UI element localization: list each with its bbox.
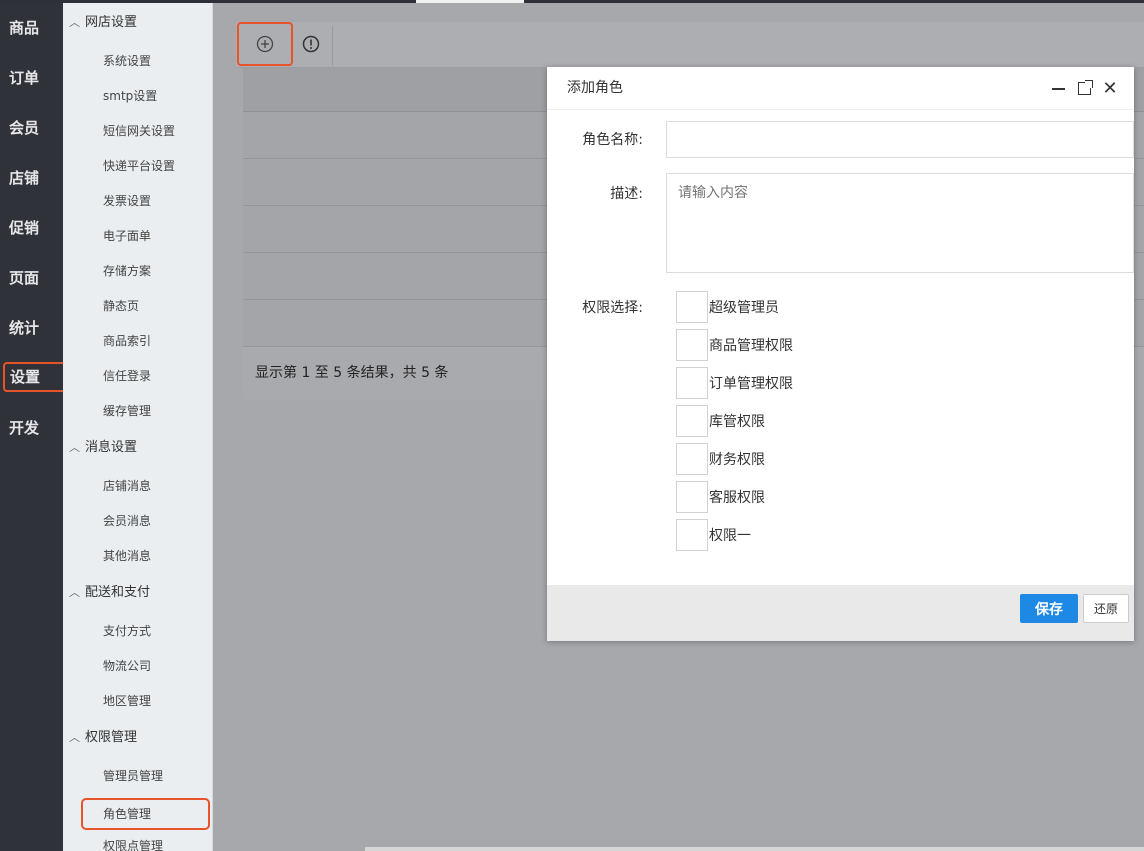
sidebar-group-permissions[interactable]: ︿ 权限管理 [63,726,213,750]
maximize-button[interactable] [1072,67,1096,110]
sidebar-group-label: 消息设置 [85,440,138,455]
plus-circle-icon [256,35,274,53]
role-name-input[interactable] [666,121,1134,158]
permission-option-label: 超级管理员 [709,300,779,316]
sidebar-item-payment-methods[interactable]: 支付方式 [103,620,151,642]
close-icon: ✕ [1102,78,1118,99]
description-label: 描述: [610,186,643,202]
sidebar-group-label: 配送和支付 [85,585,151,600]
description-textarea[interactable] [666,173,1134,273]
nav-item-members[interactable]: 会员 [0,113,63,143]
toolbar-divider [332,26,333,66]
sidebar-item-invoice[interactable]: 发票设置 [103,190,151,212]
exclamation-circle-icon [302,35,320,53]
close-button[interactable]: ✕ [1098,67,1122,110]
sidebar-group-label: 权限管理 [85,730,138,745]
chevron-up-icon: ︿ [69,16,80,29]
reset-button[interactable]: 还原 [1083,594,1129,623]
permission-option[interactable]: 权限一 [676,519,751,551]
chevron-up-icon: ︿ [69,441,80,454]
permission-option[interactable]: 客服权限 [676,481,765,513]
permission-option[interactable]: 库管权限 [676,405,765,437]
permission-checkbox[interactable] [676,291,708,323]
sidebar-item-cache[interactable]: 缓存管理 [103,400,151,422]
permission-checkbox[interactable] [676,405,708,437]
sidebar-item-admin-management[interactable]: 管理员管理 [103,765,163,787]
add-role-button[interactable] [237,22,293,66]
add-role-dialog: 添加角色 ✕ 角色名称: 描述: 权限选择: 超级管理员 商品管理权限 订单管理… [547,67,1134,641]
sidebar-item-goods-index[interactable]: 商品索引 [103,330,151,352]
permission-option[interactable]: 财务权限 [676,443,765,475]
save-button[interactable]: 保存 [1020,594,1078,623]
permission-option-label: 订单管理权限 [709,376,793,392]
sidebar-item-logistics[interactable]: 物流公司 [103,655,151,677]
permission-checkbox[interactable] [676,481,708,513]
main-nav: 商品 订单 会员 店铺 促销 页面 统计 设置 开发 [0,3,69,851]
sidebar-group-store-settings[interactable]: ︿ 网店设置 [63,11,213,35]
sidebar-item-e-waybill[interactable]: 电子面单 [103,225,151,247]
dialog-header: 添加角色 ✕ [547,67,1134,110]
sidebar-group-delivery-payment[interactable]: ︿ 配送和支付 [63,581,213,605]
chevron-up-icon: ︿ [69,586,80,599]
toolbar [236,22,1144,68]
permission-option-label: 客服权限 [709,490,765,506]
sidebar-group-label: 网店设置 [85,15,138,30]
permission-checkbox[interactable] [676,367,708,399]
sidebar-item-static-pages[interactable]: 静态页 [103,295,139,317]
permission-checkbox[interactable] [676,519,708,551]
top-tab-highlight [416,0,524,3]
nav-item-orders[interactable]: 订单 [0,63,63,93]
nav-item-promotions[interactable]: 促销 [0,213,63,243]
sidebar-item-store-messages[interactable]: 店铺消息 [103,475,151,497]
permission-option[interactable]: 订单管理权限 [676,367,793,399]
sidebar-item-regions[interactable]: 地区管理 [103,690,151,712]
maximize-icon [1077,80,1093,95]
nav-item-stores[interactable]: 店铺 [0,163,63,193]
permission-checkbox[interactable] [676,329,708,361]
minimize-icon [1051,87,1065,90]
nav-item-development[interactable]: 开发 [0,413,63,443]
dialog-footer: 保存 还原 [547,585,1134,641]
permission-option-label: 财务权限 [709,452,765,468]
info-button[interactable] [288,22,334,66]
nav-item-goods[interactable]: 商品 [0,13,63,43]
sidebar-item-smtp-settings[interactable]: smtp设置 [103,85,157,107]
nav-item-statistics[interactable]: 统计 [0,313,63,343]
bottom-strip [365,847,1144,851]
sidebar-item-trusted-login[interactable]: 信任登录 [103,365,151,387]
permission-option-label: 权限一 [709,528,751,544]
sidebar-item-sms-gateway[interactable]: 短信网关设置 [103,120,175,142]
nav-item-pages[interactable]: 页面 [0,263,63,293]
sidebar-item-other-messages[interactable]: 其他消息 [103,545,151,567]
sidebar-item-member-messages[interactable]: 会员消息 [103,510,151,532]
sidebar-item-role-management[interactable]: 角色管理 [81,798,210,830]
sidebar-item-express-platform[interactable]: 快递平台设置 [103,155,175,177]
permission-option[interactable]: 超级管理员 [676,291,779,323]
permission-option[interactable]: 商品管理权限 [676,329,793,361]
permission-label: 权限选择: [582,300,643,316]
minimize-button[interactable] [1046,67,1070,110]
sidebar-item-permission-points[interactable]: 权限点管理 [103,835,163,851]
sidebar-item-system-settings[interactable]: 系统设置 [103,50,151,72]
sidebar-group-messages[interactable]: ︿ 消息设置 [63,436,213,460]
permission-checkbox[interactable] [676,443,708,475]
permission-option-label: 库管权限 [709,414,765,430]
dialog-title: 添加角色 [567,80,623,96]
permission-option-label: 商品管理权限 [709,338,793,354]
sidebar-item-storage[interactable]: 存储方案 [103,260,151,282]
role-name-label: 角色名称: [582,132,643,148]
settings-sidebar: ︿ 网店设置 系统设置 smtp设置 短信网关设置 快递平台设置 发票设置 电子面… [63,3,213,851]
chevron-up-icon: ︿ [69,731,80,744]
nav-item-settings[interactable]: 设置 [3,362,69,392]
